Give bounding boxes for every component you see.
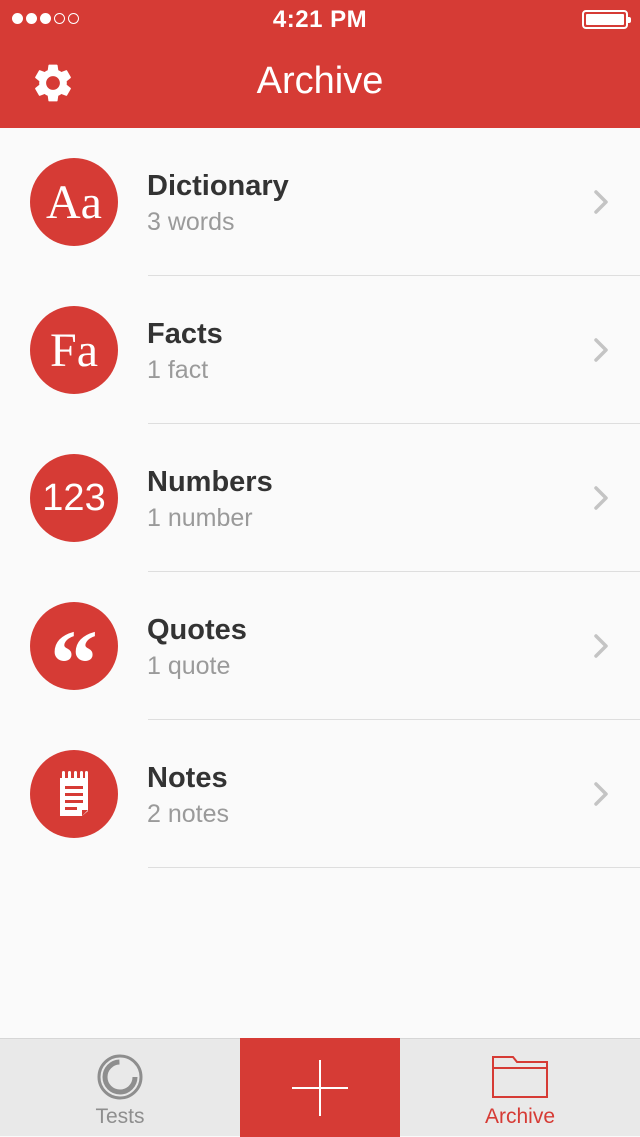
facts-icon: Fa — [30, 306, 118, 394]
tab-tests-label: Tests — [95, 1105, 145, 1128]
progress-ring-icon — [97, 1054, 143, 1100]
item-subtitle: 3 words — [147, 208, 235, 236]
item-title: Quotes — [147, 614, 247, 646]
chevron-right-icon — [594, 190, 608, 214]
list-item-numbers[interactable]: 123 Numbers 1 number — [0, 424, 640, 572]
item-subtitle: 1 fact — [147, 356, 209, 384]
tab-tests[interactable]: Tests — [0, 1039, 240, 1137]
chevron-right-icon — [594, 338, 608, 362]
item-subtitle: 2 notes — [147, 800, 230, 828]
item-title: Notes — [147, 762, 228, 794]
dictionary-icon: Aa — [30, 158, 118, 246]
header-bar: 4:21 PM Archive — [0, 0, 640, 128]
item-subtitle: 1 quote — [147, 652, 231, 680]
folder-icon — [492, 1056, 548, 1098]
item-title: Dictionary — [147, 170, 289, 202]
list-item-facts[interactable]: Fa Facts 1 fact — [0, 276, 640, 424]
page-title: Archive — [256, 60, 384, 102]
archive-list: Aa Dictionary 3 words Fa Facts 1 fact 12… — [0, 128, 640, 868]
add-button[interactable] — [240, 1038, 400, 1137]
chevron-right-icon — [594, 782, 608, 806]
numbers-icon: 123 — [30, 454, 118, 542]
tab-bar: Tests Archive — [0, 1038, 640, 1137]
status-time: 4:21 PM — [272, 6, 368, 33]
tab-archive-label: Archive — [484, 1105, 556, 1128]
item-subtitle: 1 number — [147, 504, 253, 532]
list-item-quotes[interactable]: “ Quotes 1 quote — [0, 572, 640, 720]
chevron-right-icon — [594, 486, 608, 510]
list-item-dictionary[interactable]: Aa Dictionary 3 words — [0, 128, 640, 276]
item-title: Facts — [147, 318, 223, 350]
notepad-icon — [30, 750, 118, 838]
row-divider — [148, 867, 640, 868]
status-bar: 4:21 PM — [0, 0, 640, 40]
list-item-notes[interactable]: Notes 2 notes — [0, 720, 640, 868]
battery-icon — [582, 10, 631, 29]
chevron-right-icon — [594, 634, 608, 658]
tab-archive[interactable]: Archive — [400, 1039, 640, 1137]
quote-icon: “ — [30, 602, 118, 712]
plus-icon — [292, 1059, 348, 1116]
item-title: Numbers — [147, 466, 273, 498]
